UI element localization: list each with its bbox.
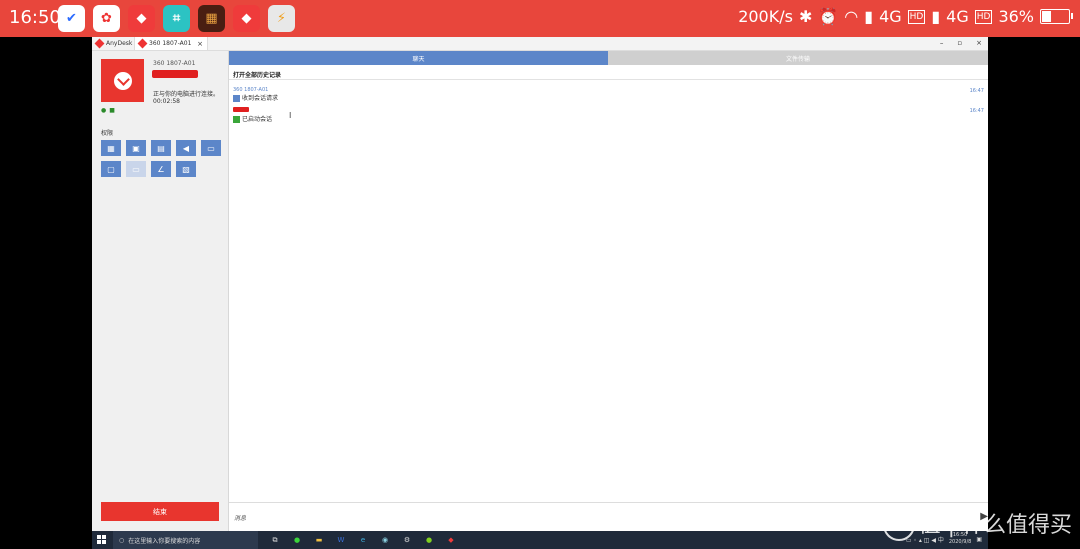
- watermark-text: 值 | 什么值得买: [918, 513, 1072, 538]
- tab-close-icon[interactable]: ×: [197, 40, 203, 48]
- divider: [229, 79, 988, 80]
- battery-icon: [1040, 9, 1073, 24]
- settings-icon[interactable]: ⚙: [400, 533, 414, 547]
- tab-session[interactable]: 360 1807-A01 ×: [134, 37, 208, 50]
- side-margin: [988, 37, 1080, 549]
- wechat-icon[interactable]: ●: [290, 533, 304, 547]
- message-time: 16:47: [969, 88, 984, 94]
- scanner-app-icon: ⌗: [163, 5, 190, 32]
- watermark-logo-icon: [882, 509, 915, 541]
- wifi-icon: ◠: [844, 7, 859, 26]
- search-icon: ○: [119, 536, 125, 544]
- taskbar-search[interactable]: ○ 在这里输入你要搜索的内容: [113, 531, 258, 549]
- close-button[interactable]: ×: [976, 37, 982, 50]
- word-icon[interactable]: W: [334, 533, 348, 547]
- permissions-grid: ▦ ▣ ▤ ◀ ▭ ▢ ▭ ∠ ▧: [101, 140, 221, 177]
- remote-desktop: AnyDesk 360 1807-A01 × – ▫ × 360 1807-A0…: [92, 37, 988, 549]
- battery-percent: 36%: [998, 7, 1034, 26]
- open-history-link[interactable]: 打开全部历史记录: [233, 70, 281, 79]
- remote-id: 360 1807-A01: [153, 60, 196, 67]
- explorer-icon[interactable]: ▬: [312, 533, 326, 547]
- anydesk2-app-icon: ◆: [233, 5, 260, 32]
- window-controls: – ▫ ×: [940, 37, 982, 50]
- user-icon: [113, 71, 132, 90]
- lock-screen-icon[interactable]: ▢: [101, 161, 121, 177]
- signal-label-2: 4G: [946, 7, 969, 26]
- tab-file-transfer[interactable]: 文件传输: [608, 51, 988, 65]
- todo-app-icon: ✔: [58, 5, 85, 32]
- tab-anydesk[interactable]: AnyDesk: [92, 37, 138, 50]
- privacy-mode-icon[interactable]: ▧: [176, 161, 196, 177]
- avatar: [101, 59, 144, 102]
- signal-icon: ▮: [864, 7, 874, 26]
- anydesk-logo-icon: [94, 38, 105, 49]
- bluetooth-icon: ✱: [798, 7, 813, 26]
- windows-taskbar: ○ 在这里输入你要搜索的内容 ⧉ ● ▬ We ◉ ⚙ ● ◆ ▭ ◦ ▴ ◫ ◀ 中 16:…: [92, 531, 988, 549]
- hd-badge-1: HD: [907, 9, 926, 24]
- window-titlebar: AnyDesk 360 1807-A01 × – ▫ ×: [92, 37, 988, 51]
- redacted-sender: [233, 107, 249, 112]
- chat-message: 已启动会话: [233, 107, 272, 123]
- keyboard-mouse-icon[interactable]: ▦: [101, 140, 121, 156]
- redacted-name: [152, 70, 198, 78]
- permissions-label: 权限: [101, 130, 114, 137]
- sound-icon[interactable]: ◀: [176, 140, 196, 156]
- alarm-icon: ⏰: [818, 7, 839, 26]
- signal-label-1: 4G: [879, 7, 902, 26]
- status-time: 16:50: [9, 7, 61, 28]
- tab-session-label: 360 1807-A01: [149, 40, 192, 47]
- task-view-icon[interactable]: ⧉: [268, 533, 282, 547]
- bolt-app-icon: ⚡: [268, 5, 295, 32]
- message-input[interactable]: 消息: [234, 513, 246, 522]
- browser-icon[interactable]: ◉: [378, 533, 392, 547]
- search-placeholder: 在这里输入你要搜索的内容: [128, 537, 201, 545]
- green-app-icon[interactable]: ●: [422, 533, 436, 547]
- block-input-icon[interactable]: ▭: [126, 161, 146, 177]
- maximize-button[interactable]: ▫: [957, 37, 962, 50]
- session-timer: 00:02:58: [153, 98, 180, 105]
- edge-icon[interactable]: e: [356, 533, 370, 547]
- clipboard-icon[interactable]: ▣: [126, 140, 146, 156]
- checkmark-icon: [233, 116, 240, 123]
- message-text: 收到会话请求: [242, 95, 279, 102]
- request-icon: [233, 95, 240, 102]
- tab-chat[interactable]: 聊天: [229, 51, 608, 65]
- android-status-bar: 16:50 ✔ ✿ ◆ ⌗ ▦ ◆ ⚡ 200K/s ✱ ⏰ ◠ ▮ 4G HD ▮ 4G …: [0, 0, 1080, 37]
- file-manager-icon[interactable]: ▤: [151, 140, 171, 156]
- monitor-icon: ■: [109, 107, 115, 114]
- notification-app-icons: ✔ ✿ ◆ ⌗ ▦ ◆ ⚡: [58, 5, 295, 32]
- status-indicators: 200K/s ✱ ⏰ ◠ ▮ 4G HD ▮ 4G HD 36%: [738, 7, 1073, 26]
- taskbar-apps: ⧉ ● ▬ We ◉ ⚙ ● ◆: [268, 533, 458, 547]
- anydesk-app-icon: ◆: [128, 5, 155, 32]
- end-session-button[interactable]: 结束: [101, 502, 219, 521]
- session-logo-icon: [137, 38, 148, 49]
- audio-app-icon: ▦: [198, 5, 225, 32]
- chat-message: 360 1807-A01 收到会话请求: [233, 87, 278, 102]
- message-time: 16:47: [969, 108, 984, 114]
- clock-date: 2020/9/8: [948, 539, 972, 545]
- hd-badge-2: HD: [974, 9, 993, 24]
- anydesk-taskbar-icon[interactable]: ◆: [444, 533, 458, 547]
- minimize-button[interactable]: –: [940, 37, 944, 50]
- text-cursor-icon: I: [289, 111, 292, 120]
- status-mini-icons: ● ■: [101, 107, 115, 114]
- watermark: 值 | 什么值得买: [882, 507, 1072, 541]
- colorful-app-icon: ✿: [93, 5, 120, 32]
- signal-icon-2: ▮: [931, 7, 941, 26]
- net-speed: 200K/s: [738, 7, 793, 26]
- message-input-bar: 消息 ▶: [229, 502, 988, 532]
- message-text: 已启动会话: [242, 116, 273, 123]
- lock-icon: ●: [101, 107, 107, 114]
- main-tabs: 聊天 文件传输: [229, 51, 988, 65]
- windows-start-icon[interactable]: [97, 535, 106, 544]
- chat-panel: 聊天 文件传输 打开全部历史记录 360 1807-A01 收到会话请求 16:…: [229, 51, 988, 532]
- session-sidebar: 360 1807-A01 正与你的电脑进行连接。 00:02:58 ● ■ 权限…: [92, 51, 229, 531]
- chat-icon[interactable]: ▭: [201, 140, 221, 156]
- connection-status: 正与你的电脑进行连接。: [153, 91, 220, 98]
- draw-icon[interactable]: ∠: [151, 161, 171, 177]
- tab-anydesk-label: AnyDesk: [106, 40, 133, 47]
